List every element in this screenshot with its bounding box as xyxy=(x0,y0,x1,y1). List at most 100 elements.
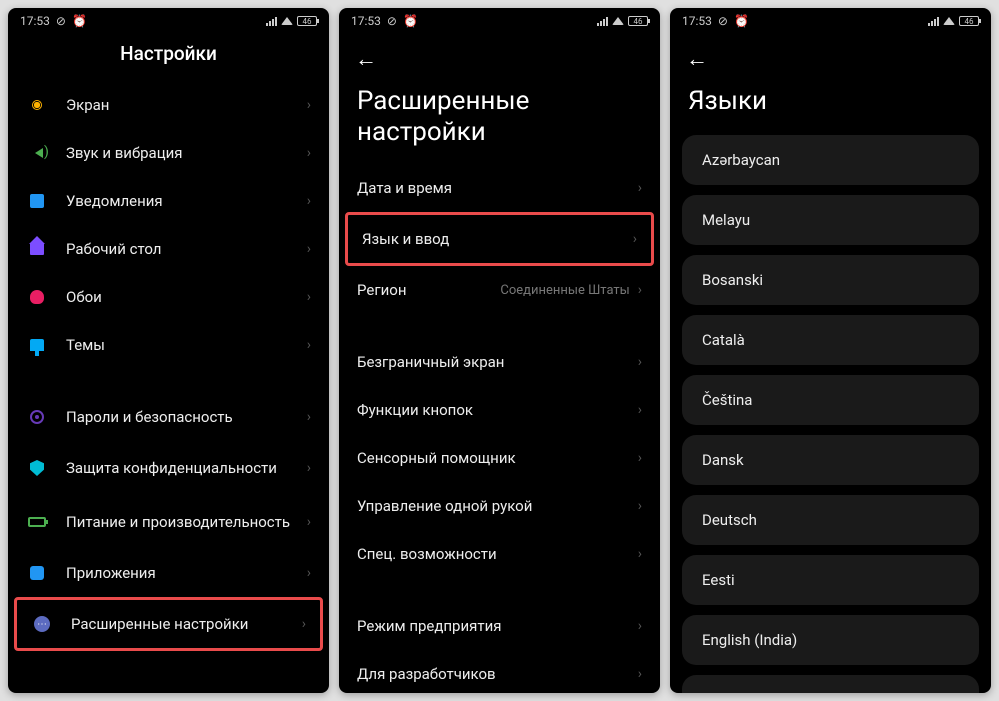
phone-settings: 17:53 ⊘ ⏰ 46 Настройки Экран › Звук и ви… xyxy=(8,8,329,693)
wifi-icon xyxy=(612,17,624,25)
chevron-right-icon: › xyxy=(307,460,311,476)
settings-item-themes[interactable]: Темы › xyxy=(12,321,325,369)
language-item[interactable]: Català xyxy=(682,315,979,365)
dnd-icon: ⊘ xyxy=(718,14,728,28)
language-item[interactable]: Melayu xyxy=(682,195,979,245)
sound-icon xyxy=(35,148,43,158)
battery-icon: 46 xyxy=(297,16,317,26)
chevron-right-icon: › xyxy=(307,193,311,209)
item-label: Экран xyxy=(66,96,307,115)
settings-item-advanced[interactable]: ⋯ Расширенные настройки › xyxy=(17,600,320,648)
item-label: Защита конфиденциальности xyxy=(66,459,307,478)
home-icon xyxy=(30,243,44,255)
battery-icon: 46 xyxy=(959,16,979,26)
back-button[interactable]: ← xyxy=(686,42,708,76)
chevron-right-icon: › xyxy=(307,145,311,161)
fingerprint-icon xyxy=(30,410,44,424)
settings-item-security[interactable]: Пароли и безопасность › xyxy=(12,393,325,441)
chevron-right-icon: › xyxy=(307,97,311,113)
settings-item-notifications[interactable]: Уведомления › xyxy=(12,177,325,225)
settings-item-privacy[interactable]: Защита конфиденциальности › xyxy=(12,441,325,495)
status-bar: 17:53 ⊘ ⏰ 46 xyxy=(339,8,660,34)
settings-item-apps[interactable]: Приложения › xyxy=(12,549,325,597)
chevron-right-icon: › xyxy=(638,402,642,418)
item-label: Для разработчиков xyxy=(357,665,638,684)
phone-advanced-settings: 17:53 ⊘ ⏰ 46 ← Расширенные настройки Дат… xyxy=(339,8,660,693)
back-button[interactable]: ← xyxy=(355,42,377,76)
language-item[interactable]: Eesti xyxy=(682,555,979,605)
item-value: Соединенные Штаты xyxy=(500,283,629,298)
chevron-right-icon: › xyxy=(638,618,642,634)
chevron-right-icon: › xyxy=(302,616,306,632)
item-label: Рабочий стол xyxy=(66,240,307,259)
item-label: Темы xyxy=(66,336,307,355)
chevron-right-icon: › xyxy=(307,289,311,305)
language-item[interactable]: Dansk xyxy=(682,435,979,485)
settings-item-language[interactable]: Язык и ввод › xyxy=(348,215,651,263)
chevron-right-icon: › xyxy=(307,409,311,425)
settings-item-datetime[interactable]: Дата и время › xyxy=(343,164,656,212)
item-label: Обои xyxy=(66,288,307,307)
item-label: Уведомления xyxy=(66,192,307,211)
chevron-right-icon: › xyxy=(638,666,642,682)
settings-item-buttons[interactable]: Функции кнопок › xyxy=(343,386,656,434)
settings-item-sound[interactable]: Звук и вибрация › xyxy=(12,129,325,177)
chevron-right-icon: › xyxy=(638,282,642,298)
status-time: 17:53 xyxy=(20,14,50,28)
sun-icon xyxy=(32,100,42,110)
alarm-icon: ⏰ xyxy=(72,14,87,28)
chevron-right-icon: › xyxy=(307,514,311,530)
page-title: Языки xyxy=(686,86,975,117)
status-time: 17:53 xyxy=(682,14,712,28)
dnd-icon: ⊘ xyxy=(387,14,397,28)
language-item[interactable]: Deutsch xyxy=(682,495,979,545)
chevron-right-icon: › xyxy=(307,241,311,257)
settings-item-homescreen[interactable]: Рабочий стол › xyxy=(12,225,325,273)
shield-icon xyxy=(30,460,44,476)
item-label: Дата и время xyxy=(357,179,638,198)
settings-item-enterprise[interactable]: Режим предприятия › xyxy=(343,602,656,650)
chevron-right-icon: › xyxy=(638,498,642,514)
language-item[interactable]: Azərbaycan xyxy=(682,135,979,185)
chevron-right-icon: › xyxy=(633,231,637,247)
settings-item-battery[interactable]: Питание и производительность › xyxy=(12,495,325,549)
chevron-right-icon: › xyxy=(307,337,311,353)
item-label: Сенсорный помощник xyxy=(357,449,638,468)
alarm-icon: ⏰ xyxy=(403,14,418,28)
settings-item-quickball[interactable]: Сенсорный помощник › xyxy=(343,434,656,482)
chevron-right-icon: › xyxy=(307,565,311,581)
item-label: Язык и ввод xyxy=(362,230,633,249)
wifi-icon xyxy=(281,17,293,25)
item-label: Приложения xyxy=(66,564,307,583)
item-label: Безграничный экран xyxy=(357,353,638,372)
language-item[interactable]: English (United Kingdom) xyxy=(682,675,979,693)
chevron-right-icon: › xyxy=(638,546,642,562)
language-item[interactable]: Čeština xyxy=(682,375,979,425)
signal-icon xyxy=(266,16,277,26)
language-item[interactable]: English (India) xyxy=(682,615,979,665)
settings-item-fullscreen[interactable]: Безграничный экран › xyxy=(343,338,656,386)
settings-item-onehand[interactable]: Управление одной рукой › xyxy=(343,482,656,530)
item-label: Питание и производительность xyxy=(66,513,307,532)
wifi-icon xyxy=(943,17,955,25)
item-label: Управление одной рукой xyxy=(357,497,638,516)
settings-item-accessibility[interactable]: Спец. возможности › xyxy=(343,530,656,578)
alarm-icon: ⏰ xyxy=(734,14,749,28)
phone-languages: 17:53 ⊘ ⏰ 46 ← Языки Azərbaycan Melayu B… xyxy=(670,8,991,693)
theme-icon xyxy=(30,339,44,351)
settings-item-developer[interactable]: Для разработчиков › xyxy=(343,650,656,693)
settings-item-region[interactable]: Регион Соединенные Штаты › xyxy=(343,266,656,314)
highlight-advanced-settings: ⋯ Расширенные настройки › xyxy=(14,597,323,651)
chevron-right-icon: › xyxy=(638,180,642,196)
item-label: Режим предприятия xyxy=(357,617,638,636)
settings-item-display[interactable]: Экран › xyxy=(12,81,325,129)
settings-item-wallpaper[interactable]: Обои › xyxy=(12,273,325,321)
status-bar: 17:53 ⊘ ⏰ 46 xyxy=(670,8,991,34)
language-item[interactable]: Bosanski xyxy=(682,255,979,305)
chevron-right-icon: › xyxy=(638,450,642,466)
highlight-language-input: Язык и ввод › xyxy=(345,212,654,266)
dnd-icon: ⊘ xyxy=(56,14,66,28)
item-label: Спец. возможности xyxy=(357,545,638,564)
item-label: Пароли и безопасность xyxy=(66,408,307,427)
battery-icon xyxy=(28,517,46,527)
